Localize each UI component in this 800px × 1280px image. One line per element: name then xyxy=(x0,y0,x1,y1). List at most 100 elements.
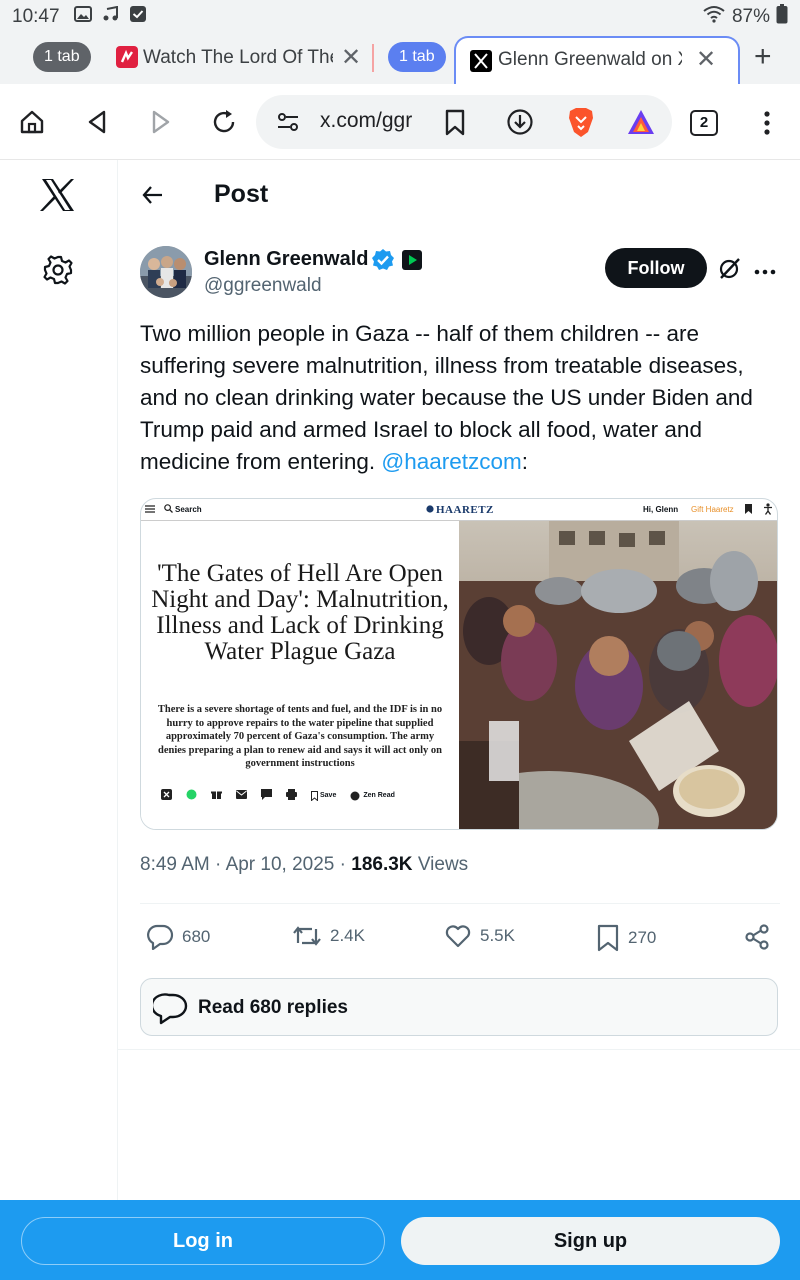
article-share-row: Save Zen Read xyxy=(161,789,451,802)
like-count: 5.5K xyxy=(480,926,515,945)
views-label: Views xyxy=(417,854,469,875)
forward-icon[interactable] xyxy=(144,106,176,138)
login-button[interactable]: Log in xyxy=(21,1217,385,1265)
post-meta: 8:49 AM · Apr 10, 2025 · 186.3K Views xyxy=(140,854,469,875)
menu-icon[interactable] xyxy=(760,110,774,141)
article-headline: 'The Gates of Hell Are Open Night and Da… xyxy=(151,560,449,665)
zen-label: Zen Read xyxy=(363,792,395,799)
tweet-suffix: : xyxy=(521,449,529,474)
url-text[interactable]: x.com/ggreenwald xyxy=(320,109,412,133)
back-arrow-icon[interactable] xyxy=(142,184,164,211)
tab-group-count[interactable]: 1 tab xyxy=(388,42,446,72)
tab-title: Glenn Greenwald on X: "T xyxy=(498,49,682,70)
reply-icon xyxy=(147,924,174,950)
reply-button[interactable]: 680 xyxy=(146,924,210,950)
bookmark-button[interactable]: 270 xyxy=(596,924,656,952)
brave-shields-icon[interactable] xyxy=(566,106,596,143)
author-name[interactable]: Glenn Greenwald xyxy=(204,248,368,271)
avatar[interactable] xyxy=(140,246,192,298)
bookmark-icon xyxy=(597,924,619,952)
follow-button[interactable]: Follow xyxy=(605,248,707,288)
x-share-icon xyxy=(161,789,172,802)
post-column: Post Glenn Greenwald @ggreenwald Follow … xyxy=(118,160,800,1200)
tab-switcher-button[interactable]: 2 xyxy=(690,110,718,136)
search-label: Search xyxy=(175,505,202,514)
tab-group-count[interactable]: 1 tab xyxy=(33,42,91,72)
share-icon xyxy=(745,924,769,950)
read-replies-label: Read 680 replies xyxy=(198,997,348,1018)
like-button[interactable]: 5.5K xyxy=(444,924,515,948)
haaretz-logo-icon xyxy=(426,505,434,515)
replies-bubble-icon xyxy=(150,992,189,1031)
heart-icon xyxy=(445,925,471,948)
mail-icon xyxy=(236,790,247,801)
divider xyxy=(118,1049,800,1050)
repost-count: 2.4K xyxy=(330,926,365,945)
active-tab[interactable]: Glenn Greenwald on X: "T ✕ xyxy=(454,36,740,86)
author-handle[interactable]: @ggreenwald xyxy=(204,275,322,297)
account-greeting: Hi, Glenn xyxy=(643,505,679,514)
wifi-icon xyxy=(702,5,726,29)
bookmark-icon xyxy=(745,504,752,516)
tweet-text: Two million people in Gaza -- half of th… xyxy=(140,318,780,478)
brave-rewards-icon[interactable] xyxy=(626,108,656,141)
site-settings-icon[interactable] xyxy=(276,110,300,139)
post-time[interactable]: 8:49 AM xyxy=(140,854,210,875)
tab-title[interactable]: Watch The Lord Of The R xyxy=(143,47,333,69)
back-icon[interactable] xyxy=(82,106,114,138)
repost-button[interactable]: 2.4K xyxy=(292,924,365,948)
share-button[interactable] xyxy=(744,924,770,950)
x-logo-icon[interactable] xyxy=(40,178,76,217)
search-icon xyxy=(164,504,173,515)
address-bar[interactable]: x.com/ggreenwald xyxy=(256,95,672,149)
repost-icon xyxy=(293,926,321,946)
bookmark-page-icon[interactable] xyxy=(444,109,466,142)
divider xyxy=(140,903,780,904)
grok-icon[interactable] xyxy=(718,256,742,285)
article-topbar: Search HAARETZ Hi, Glenn Gift Haaretz xyxy=(141,499,777,521)
reply-count: 680 xyxy=(182,927,211,946)
post-date[interactable]: Apr 10, 2025 xyxy=(226,854,335,875)
zen-read-icon: Zen Read xyxy=(350,791,395,801)
masthead: HAARETZ xyxy=(436,504,494,516)
article-photo xyxy=(459,521,777,829)
close-tab-icon[interactable]: ✕ xyxy=(696,45,716,74)
x-left-nav xyxy=(0,160,118,1200)
browser-toolbar: x.com/ggreenwald 2 xyxy=(0,84,800,160)
more-options-icon[interactable] xyxy=(754,256,776,282)
gift-link: Gift Haaretz xyxy=(691,505,734,514)
signup-button[interactable]: Sign up xyxy=(401,1217,780,1265)
battery-icon xyxy=(776,4,788,30)
music-notification-icon xyxy=(102,5,120,28)
print-icon xyxy=(286,789,297,802)
bookmark-count: 270 xyxy=(628,928,657,947)
home-icon[interactable] xyxy=(16,106,48,138)
tweet-media-image[interactable]: Search HAARETZ Hi, Glenn Gift Haaretz 'T… xyxy=(140,498,778,830)
x-logo-icon xyxy=(470,50,492,77)
status-bar: 10:47 87% xyxy=(0,0,800,34)
mention-link[interactable]: @haaretzcom xyxy=(381,449,521,474)
close-tab-icon[interactable]: ✕ xyxy=(341,43,361,72)
hamburger-icon xyxy=(145,505,155,515)
tab-divider xyxy=(372,44,374,72)
verified-badge-icon xyxy=(371,248,395,277)
read-replies-button[interactable]: Read 680 replies xyxy=(140,978,778,1036)
reload-icon[interactable] xyxy=(208,106,240,138)
post-header: Post xyxy=(118,160,800,230)
signup-prompt-bar: Log in Sign up xyxy=(0,1200,800,1280)
article-preview: 'The Gates of Hell Are Open Night and Da… xyxy=(141,521,459,829)
view-count: 186.3K xyxy=(351,854,413,875)
settings-icon[interactable] xyxy=(42,254,74,291)
subscription-badge-icon xyxy=(402,250,422,275)
new-tab-icon[interactable]: + xyxy=(754,40,772,74)
clock: 10:47 xyxy=(12,6,60,27)
save-icon: Save xyxy=(311,790,337,801)
whatsapp-icon xyxy=(186,789,197,802)
download-icon[interactable] xyxy=(506,108,534,141)
tab-strip: 1 tab Watch The Lord Of The R ✕ 1 tab Gl… xyxy=(0,34,800,86)
save-label: Save xyxy=(320,792,337,799)
article-dek: There is a severe shortage of tents and … xyxy=(157,704,443,769)
accessibility-icon xyxy=(763,503,773,517)
action-bar: 680 2.4K 5.5K 270 xyxy=(140,920,780,956)
gift-icon xyxy=(211,789,222,802)
